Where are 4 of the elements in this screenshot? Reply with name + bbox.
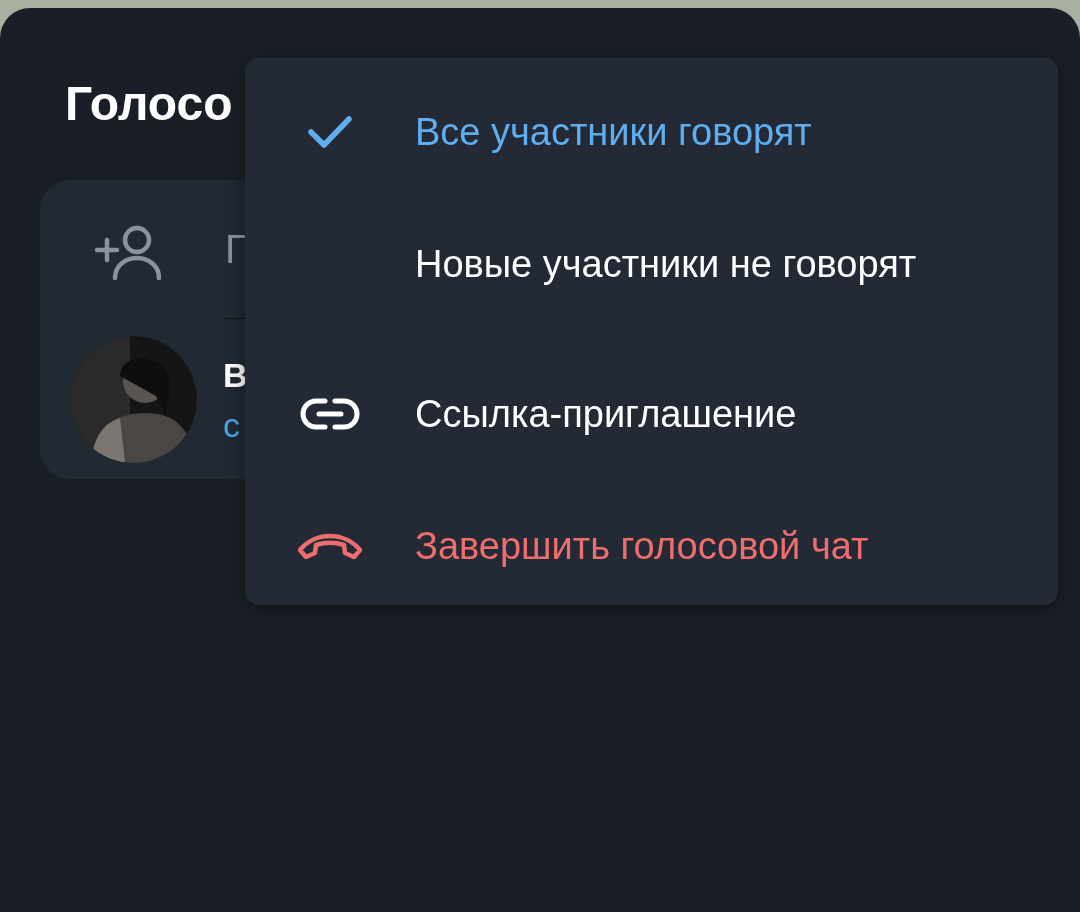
participant-status: с: [223, 404, 240, 446]
sheet-title: Голосо: [65, 76, 233, 132]
participant-name: В: [223, 354, 248, 396]
invite-label: Г: [225, 226, 247, 272]
